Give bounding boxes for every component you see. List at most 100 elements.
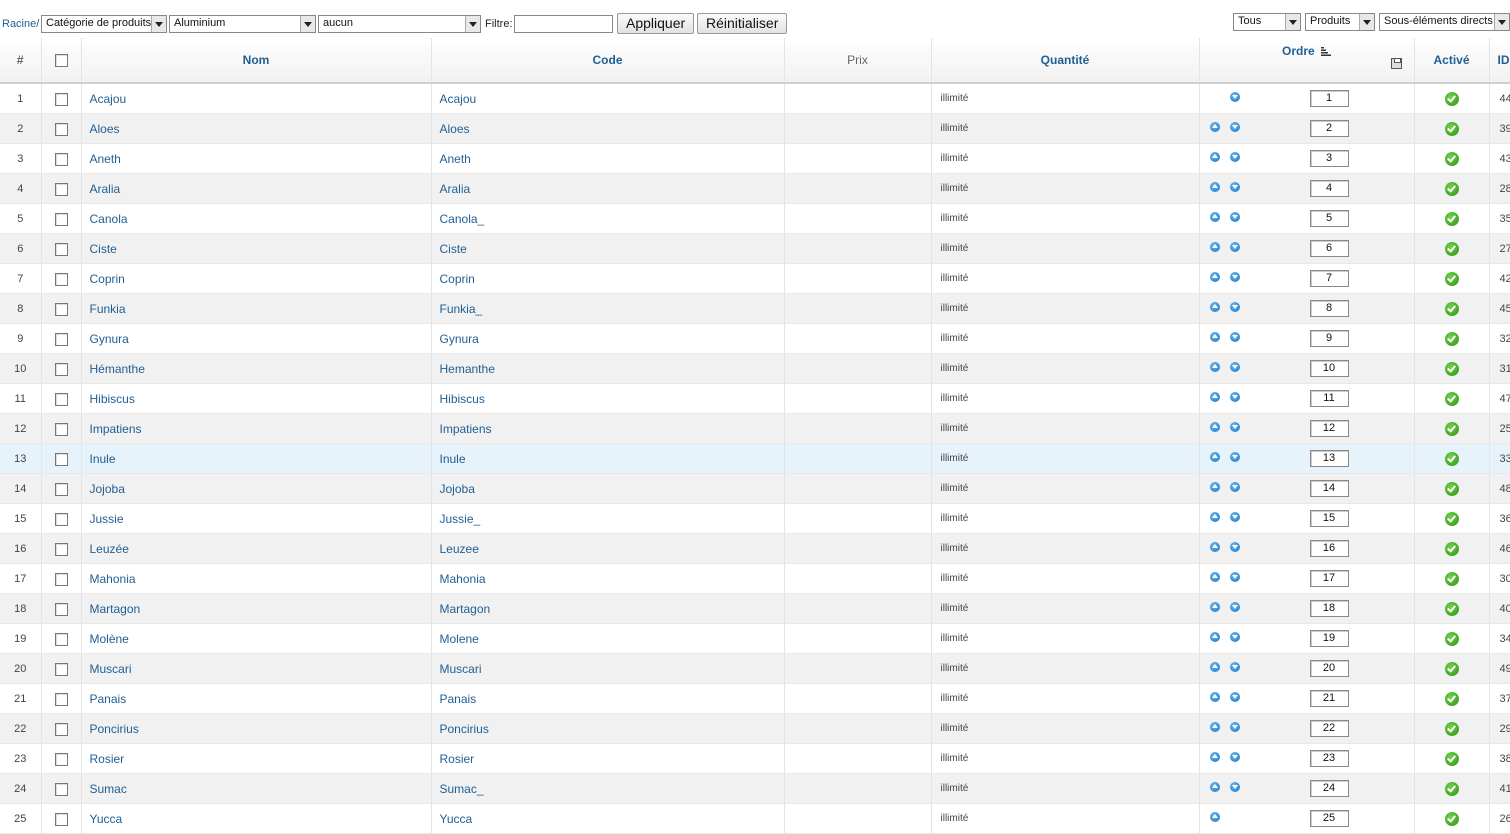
product-code-link[interactable]: Muscari — [431, 653, 785, 684]
arrow-down-icon[interactable] — [1229, 182, 1240, 192]
product-code-link[interactable]: Martagon — [431, 593, 785, 624]
row-select[interactable] — [41, 683, 82, 714]
checkmark-icon[interactable] — [1444, 691, 1459, 706]
product-name-link[interactable]: Aralia — [81, 173, 432, 204]
row-checkbox[interactable] — [54, 212, 68, 226]
row-checkbox[interactable] — [54, 362, 68, 376]
checkmark-icon[interactable] — [1444, 451, 1459, 466]
order-input[interactable]: 22 — [1309, 720, 1349, 737]
arrow-up-icon[interactable] — [1209, 572, 1220, 582]
checkmark-icon[interactable] — [1444, 331, 1459, 346]
row-checkbox[interactable] — [54, 92, 68, 106]
row-checkbox[interactable] — [54, 422, 68, 436]
table-row[interactable]: 25 Yucca Yucca illimité 25 26 — [0, 803, 1510, 834]
order-input[interactable]: 11 — [1309, 390, 1349, 407]
arrow-down-icon[interactable] — [1229, 512, 1240, 522]
product-code-link[interactable]: Yucca — [431, 803, 785, 834]
row-select[interactable] — [41, 533, 82, 564]
row-select[interactable] — [41, 653, 82, 684]
arrow-down-icon[interactable] — [1229, 602, 1240, 612]
table-row[interactable]: 17 Mahonia Mahonia illimité 17 30 — [0, 563, 1510, 594]
category-type-select[interactable]: Catégorie de produits — [41, 15, 167, 33]
active-toggle[interactable] — [1414, 683, 1490, 714]
arrow-down-icon[interactable] — [1229, 752, 1240, 762]
order-input[interactable]: 21 — [1309, 690, 1349, 707]
type-select[interactable]: Produits — [1305, 13, 1375, 31]
table-row[interactable]: 18 Martagon Martagon illimité 18 40 — [0, 593, 1510, 624]
row-select[interactable] — [41, 353, 82, 384]
product-code-link[interactable]: Aralia — [431, 173, 785, 204]
order-input[interactable]: 8 — [1309, 300, 1349, 317]
product-name-link[interactable]: Yucca — [81, 803, 432, 834]
save-order-icon[interactable] — [1390, 58, 1402, 69]
checkmark-icon[interactable] — [1444, 721, 1459, 736]
arrow-up-icon[interactable] — [1209, 632, 1220, 642]
header-name[interactable]: Nom — [81, 38, 432, 84]
order-input[interactable]: 18 — [1309, 600, 1349, 617]
order-input[interactable]: 23 — [1309, 750, 1349, 767]
arrow-down-icon[interactable] — [1229, 92, 1240, 102]
arrow-down-icon[interactable] — [1229, 242, 1240, 252]
checkmark-icon[interactable] — [1444, 631, 1459, 646]
arrow-up-icon[interactable] — [1209, 332, 1220, 342]
row-checkbox[interactable] — [54, 692, 68, 706]
row-checkbox[interactable] — [54, 332, 68, 346]
table-row[interactable]: 12 Impatiens Impatiens illimité 12 25 — [0, 413, 1510, 444]
active-toggle[interactable] — [1414, 233, 1490, 264]
table-row[interactable]: 14 Jojoba Jojoba illimité 14 48 — [0, 473, 1510, 504]
product-name-link[interactable]: Ciste — [81, 233, 432, 264]
arrow-down-icon[interactable] — [1229, 542, 1240, 552]
checkmark-icon[interactable] — [1444, 421, 1459, 436]
order-input[interactable]: 24 — [1309, 780, 1349, 797]
checkmark-icon[interactable] — [1444, 751, 1459, 766]
table-row[interactable]: 21 Panais Panais illimité 21 37 — [0, 683, 1510, 714]
order-input[interactable]: 5 — [1309, 210, 1349, 227]
active-toggle[interactable] — [1414, 113, 1490, 144]
row-select[interactable] — [41, 173, 82, 204]
product-code-link[interactable]: Jussie_ — [431, 503, 785, 534]
active-toggle[interactable] — [1414, 413, 1490, 444]
checkmark-icon[interactable] — [1444, 181, 1459, 196]
arrow-up-icon[interactable] — [1209, 602, 1220, 612]
arrow-down-icon[interactable] — [1229, 422, 1240, 432]
row-select[interactable] — [41, 473, 82, 504]
table-row[interactable]: 15 Jussie Jussie_ illimité 15 36 — [0, 503, 1510, 534]
row-select[interactable] — [41, 743, 82, 774]
order-input[interactable]: 2 — [1309, 120, 1349, 137]
product-code-link[interactable]: Coprin — [431, 263, 785, 294]
checkmark-icon[interactable] — [1444, 271, 1459, 286]
product-name-link[interactable]: Gynura — [81, 323, 432, 354]
checkmark-icon[interactable] — [1444, 301, 1459, 316]
checkmark-icon[interactable] — [1444, 91, 1459, 106]
arrow-down-icon[interactable] — [1229, 722, 1240, 732]
row-select[interactable] — [41, 143, 82, 174]
table-row[interactable]: 20 Muscari Muscari illimité 20 49 — [0, 653, 1510, 684]
row-select[interactable] — [41, 323, 82, 354]
active-toggle[interactable] — [1414, 173, 1490, 204]
order-input[interactable]: 14 — [1309, 480, 1349, 497]
table-row[interactable]: 8 Funkia Funkia_ illimité 8 45 — [0, 293, 1510, 324]
row-select[interactable] — [41, 233, 82, 264]
row-checkbox[interactable] — [54, 752, 68, 766]
table-row[interactable]: 9 Gynura Gynura illimité 9 32 — [0, 323, 1510, 354]
row-select[interactable] — [41, 773, 82, 804]
arrow-up-icon[interactable] — [1209, 722, 1220, 732]
arrow-down-icon[interactable] — [1229, 362, 1240, 372]
arrow-down-icon[interactable] — [1229, 662, 1240, 672]
row-checkbox[interactable] — [54, 662, 68, 676]
active-toggle[interactable] — [1414, 653, 1490, 684]
arrow-down-icon[interactable] — [1229, 212, 1240, 222]
row-checkbox[interactable] — [54, 722, 68, 736]
active-toggle[interactable] — [1414, 383, 1490, 414]
arrow-down-icon[interactable] — [1229, 632, 1240, 642]
arrow-up-icon[interactable] — [1209, 272, 1220, 282]
product-name-link[interactable]: Aloes — [81, 113, 432, 144]
checkmark-icon[interactable] — [1444, 781, 1459, 796]
arrow-up-icon[interactable] — [1209, 182, 1220, 192]
arrow-up-icon[interactable] — [1209, 362, 1220, 372]
product-name-link[interactable]: Acajou — [81, 83, 432, 114]
product-code-link[interactable]: Impatiens — [431, 413, 785, 444]
active-toggle[interactable] — [1414, 293, 1490, 324]
status-select[interactable]: Tous — [1233, 13, 1301, 31]
product-code-link[interactable]: Funkia_ — [431, 293, 785, 324]
